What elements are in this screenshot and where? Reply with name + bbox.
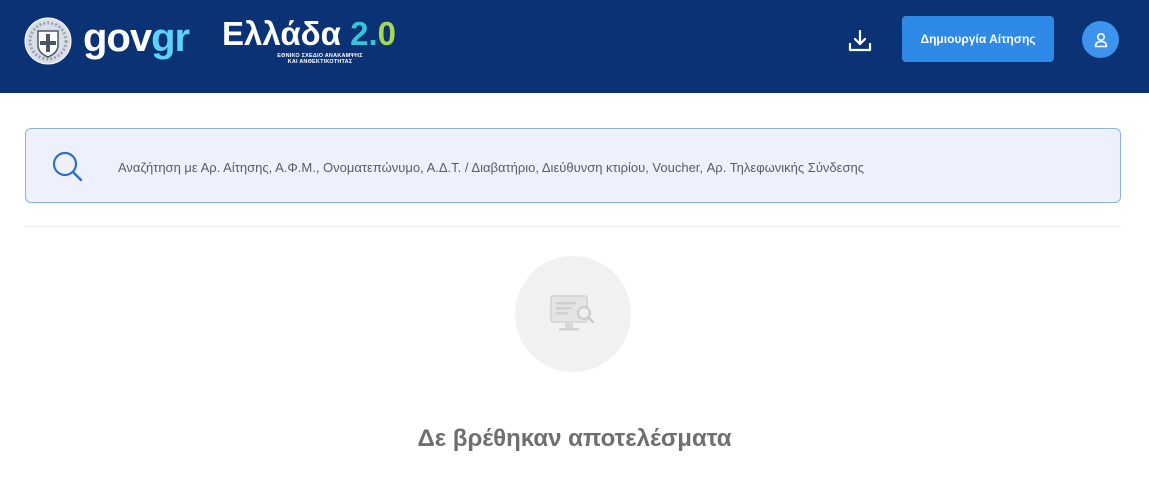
user-icon: [1094, 32, 1107, 47]
search-input[interactable]: [116, 149, 1110, 185]
download-icon: [848, 29, 872, 52]
search-icon[interactable]: [50, 149, 86, 185]
brand-subtitle-line2: ΚΑΙ ΑΝΘΕΚΤΙΚΟΤΗΤΑΣ: [287, 59, 353, 65]
top-header: govgr Ελλάδα 2.0 ΕΘΝΙΚΟ ΣΧΕΔΙΟ ΑΝΑΚΑΜΨΗΣ…: [0, 0, 1149, 93]
search-bar[interactable]: [25, 128, 1121, 203]
monitor-search-icon: [550, 295, 595, 331]
ellada-2-0-logo: Ελλάδα 2.0 ΕΘΝΙΚΟ ΣΧΕΔΙΟ ΑΝΑΚΑΜΨΗΣ ΚΑΙ Α…: [222, 15, 396, 65]
brand-version-dot: .: [368, 15, 378, 52]
logo-gov-text: gov: [83, 16, 152, 60]
greek-emblem-logo[interactable]: [24, 17, 72, 65]
create-application-button[interactable]: Δημιουργία Αίτησης: [902, 16, 1054, 62]
brand-version-major: 2: [350, 15, 369, 52]
empty-state-illustration: [515, 256, 631, 372]
section-divider: [25, 226, 1121, 227]
brand-version-minor: 0: [377, 15, 396, 52]
govgr-logo[interactable]: govgr: [83, 14, 190, 62]
logo-gr-text: gr: [151, 16, 190, 60]
brand-title: Ελλάδα: [222, 15, 341, 52]
no-results-message: Δε βρέθηκαν αποτελέσματα: [417, 425, 732, 452]
user-avatar-button[interactable]: [1082, 21, 1119, 58]
brand-subtitle: ΕΘΝΙΚΟ ΣΧΕΔΙΟ ΑΝΑΚΑΜΨΗΣ ΚΑΙ ΑΝΘΕΚΤΙΚΟΤΗΤ…: [255, 53, 385, 65]
download-button[interactable]: [843, 25, 877, 57]
